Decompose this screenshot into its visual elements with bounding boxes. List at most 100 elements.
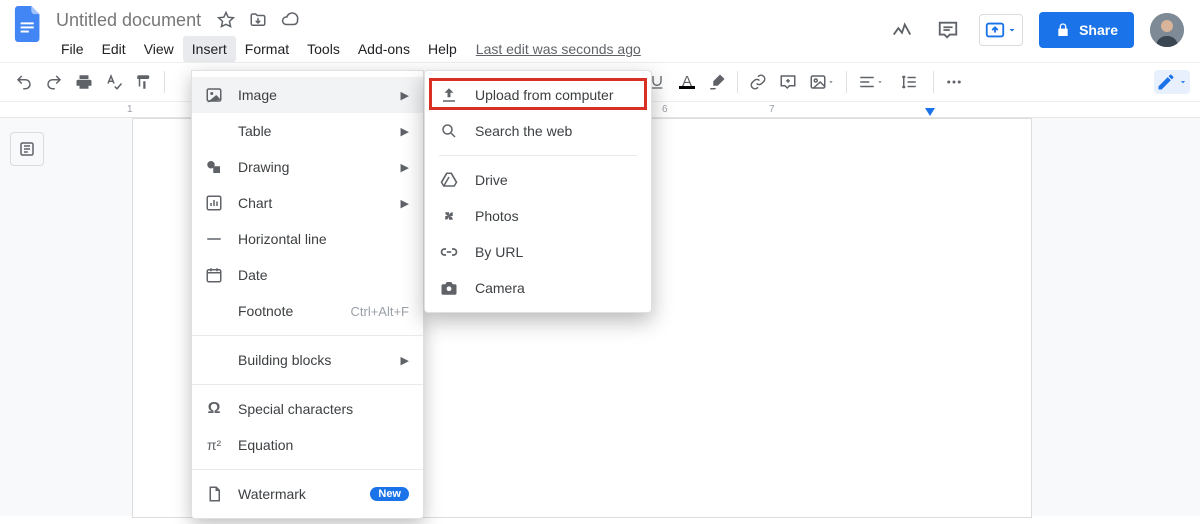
separator: [846, 71, 847, 93]
present-button[interactable]: [979, 14, 1023, 46]
highlight-color-icon[interactable]: [703, 68, 731, 96]
last-edit-link[interactable]: Last edit was seconds ago: [476, 36, 641, 62]
insert-table-item[interactable]: Table ▶: [192, 113, 423, 149]
date-icon: [204, 266, 224, 284]
drive-icon: [439, 171, 459, 189]
menu-label: Drawing: [238, 159, 387, 175]
insert-image-item[interactable]: Image ▶: [192, 77, 423, 113]
activity-icon[interactable]: [887, 15, 917, 45]
link-icon: [439, 243, 459, 261]
menu-divider: [192, 384, 423, 385]
insert-comment-icon[interactable]: [774, 68, 802, 96]
chevron-right-icon: ▶: [401, 161, 409, 174]
chevron-right-icon: ▶: [401, 89, 409, 102]
menu-format[interactable]: Format: [236, 36, 298, 62]
new-badge: New: [370, 487, 409, 501]
insert-building-blocks-item[interactable]: Building blocks ▶: [192, 342, 423, 378]
search-the-web-item[interactable]: Search the web: [425, 113, 651, 149]
ruler-right-indent-icon[interactable]: [925, 108, 935, 116]
separator: [933, 71, 934, 93]
outline-toggle-icon[interactable]: [10, 132, 44, 166]
menu-file[interactable]: File: [52, 36, 93, 62]
editing-mode-button[interactable]: [1154, 70, 1190, 94]
insert-footnote-item[interactable]: Footnote Ctrl+Alt+F: [192, 293, 423, 329]
undo-icon[interactable]: [10, 68, 38, 96]
drawing-icon: [204, 158, 224, 176]
menu-label: Horizontal line: [238, 231, 409, 247]
line-spacing-icon[interactable]: [891, 68, 927, 96]
star-icon[interactable]: [215, 9, 237, 31]
menu-insert[interactable]: Insert: [183, 36, 236, 62]
menu-label: Image: [238, 87, 387, 103]
hr-icon: [204, 230, 224, 248]
image-submenu: Upload from computer Search the web Driv…: [424, 70, 652, 313]
ruler-tick: 1: [127, 104, 133, 115]
insert-image-icon[interactable]: [804, 68, 840, 96]
submenu-label: Drive: [475, 172, 508, 188]
insert-special-chars-item[interactable]: Ω Special characters: [192, 391, 423, 427]
menu-label: Equation: [238, 437, 409, 453]
paint-format-icon[interactable]: [130, 68, 158, 96]
menu-label: Chart: [238, 195, 387, 211]
insert-drawing-item[interactable]: Drawing ▶: [192, 149, 423, 185]
text-color-icon[interactable]: A: [673, 68, 701, 96]
menu-label: Footnote: [238, 303, 336, 319]
docs-logo[interactable]: [10, 6, 46, 42]
chevron-right-icon: ▶: [401, 125, 409, 138]
insert-date-item[interactable]: Date: [192, 257, 423, 293]
menu-label: Special characters: [238, 401, 409, 417]
menu-edit[interactable]: Edit: [93, 36, 135, 62]
submenu-label: Upload from computer: [475, 87, 614, 103]
insert-dropdown: Image ▶ Table ▶ Drawing ▶ Chart ▶ Horizo…: [191, 70, 424, 519]
move-icon[interactable]: [247, 9, 269, 31]
menu-addons[interactable]: Add-ons: [349, 36, 419, 62]
upload-from-computer-item[interactable]: Upload from computer: [425, 77, 651, 113]
menu-tools[interactable]: Tools: [298, 36, 349, 62]
header-actions: Share: [887, 6, 1190, 48]
drive-item[interactable]: Drive: [425, 162, 651, 198]
menu-label: Building blocks: [238, 352, 387, 368]
photos-item[interactable]: Photos: [425, 198, 651, 234]
cloud-status-icon[interactable]: [279, 9, 301, 31]
insert-watermark-item[interactable]: Watermark New: [192, 476, 423, 512]
insert-hr-item[interactable]: Horizontal line: [192, 221, 423, 257]
chart-icon: [204, 194, 224, 212]
title-bar: Untitled document File Edit View Insert …: [52, 6, 887, 62]
search-icon: [439, 122, 459, 140]
camera-item[interactable]: Camera: [425, 270, 651, 306]
submenu-divider: [439, 155, 637, 156]
menu-divider: [192, 335, 423, 336]
chevron-right-icon: ▶: [401, 354, 409, 367]
share-label: Share: [1079, 22, 1118, 38]
photos-icon: [439, 207, 459, 225]
separator: [737, 71, 738, 93]
account-avatar[interactable]: [1150, 13, 1184, 47]
menu-help[interactable]: Help: [419, 36, 466, 62]
menu-view[interactable]: View: [135, 36, 183, 62]
menu-label: Date: [238, 267, 409, 283]
more-icon[interactable]: [940, 68, 968, 96]
header: Untitled document File Edit View Insert …: [0, 0, 1200, 62]
print-icon[interactable]: [70, 68, 98, 96]
omega-icon: Ω: [204, 400, 224, 418]
spellcheck-icon[interactable]: [100, 68, 128, 96]
redo-icon[interactable]: [40, 68, 68, 96]
menu-label: Table: [238, 123, 387, 139]
separator: [164, 71, 165, 93]
share-button[interactable]: Share: [1039, 12, 1134, 48]
insert-link-icon[interactable]: [744, 68, 772, 96]
comments-icon[interactable]: [933, 15, 963, 45]
insert-chart-item[interactable]: Chart ▶: [192, 185, 423, 221]
document-title[interactable]: Untitled document: [52, 6, 205, 34]
image-icon: [204, 86, 224, 104]
ruler-tick: 6: [662, 104, 668, 115]
menubar: File Edit View Insert Format Tools Add-o…: [52, 36, 887, 62]
ruler-tick: 7: [769, 104, 775, 115]
upload-icon: [439, 86, 459, 104]
watermark-icon: [204, 485, 224, 503]
align-icon[interactable]: [853, 68, 889, 96]
submenu-label: Search the web: [475, 123, 572, 139]
chevron-right-icon: ▶: [401, 197, 409, 210]
by-url-item[interactable]: By URL: [425, 234, 651, 270]
insert-equation-item[interactable]: π² Equation: [192, 427, 423, 463]
